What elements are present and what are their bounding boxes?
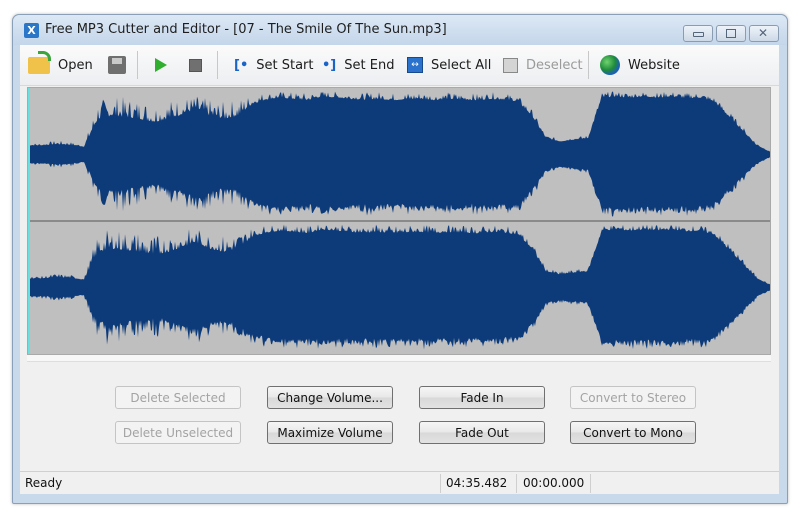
- deselect-button[interactable]: Deselect: [503, 51, 583, 79]
- stop-icon: [189, 58, 202, 72]
- delete-unselected-button[interactable]: Delete Unselected: [115, 421, 241, 444]
- status-separator: [516, 474, 517, 493]
- select-all-label: Select All: [431, 57, 492, 73]
- waveform-channel-1: [28, 91, 770, 217]
- delete-selected-button[interactable]: Delete Selected: [115, 386, 241, 409]
- minimize-icon: [693, 32, 704, 37]
- waveform-channel-2: [28, 224, 770, 350]
- status-text: Ready: [25, 476, 63, 490]
- globe-icon: [600, 55, 620, 75]
- close-icon: ✕: [758, 26, 769, 40]
- maximize-volume-button[interactable]: Maximize Volume: [267, 421, 393, 444]
- stop-button[interactable]: [189, 51, 210, 79]
- toolbar: Open [• Set Start •] Set End ↔ Select Al…: [20, 45, 779, 86]
- set-start-button[interactable]: [• Set Start: [234, 51, 314, 79]
- maximize-icon: [726, 29, 736, 38]
- title-bar[interactable]: X Free MP3 Cutter and Editor - [07 - The…: [13, 15, 787, 45]
- set-end-icon: •]: [322, 57, 337, 73]
- play-button[interactable]: [155, 51, 175, 79]
- select-all-icon: ↔: [407, 57, 423, 73]
- set-start-label: Set Start: [256, 57, 314, 73]
- status-duration: 04:35.482: [446, 476, 508, 490]
- app-window: X Free MP3 Cutter and Editor - [07 - The…: [12, 14, 788, 504]
- convert-to-stereo-button[interactable]: Convert to Stereo: [570, 386, 696, 409]
- website-label: Website: [628, 57, 680, 73]
- window-title: Free MP3 Cutter and Editor - [07 - The S…: [45, 22, 447, 37]
- fade-out-button[interactable]: Fade Out: [419, 421, 545, 444]
- play-icon: [155, 58, 167, 72]
- set-start-icon: [•: [234, 57, 249, 73]
- open-folder-icon: [28, 50, 51, 74]
- toolbar-separator: [588, 51, 589, 79]
- select-all-button[interactable]: ↔ Select All: [407, 51, 491, 79]
- change-volume-button[interactable]: Change Volume...: [267, 386, 393, 409]
- toolbar-separator: [217, 51, 218, 79]
- minimize-button[interactable]: [683, 25, 713, 42]
- waveform-view[interactable]: [27, 87, 771, 355]
- deselect-label: Deselect: [526, 57, 583, 73]
- set-end-label: Set End: [344, 57, 395, 73]
- set-end-button[interactable]: •] Set End: [322, 51, 394, 79]
- deselect-icon: [503, 57, 518, 73]
- toolbar-separator: [137, 51, 138, 79]
- status-separator: [440, 474, 441, 493]
- convert-to-mono-button[interactable]: Convert to Mono: [570, 421, 696, 444]
- client-area: Open [• Set Start •] Set End ↔ Select Al…: [20, 45, 779, 494]
- waveform-scroll-strip[interactable]: [27, 355, 771, 362]
- status-position: 00:00.000: [523, 476, 585, 490]
- open-button[interactable]: Open: [28, 50, 93, 79]
- maximize-button[interactable]: [716, 25, 746, 42]
- save-icon: [108, 56, 126, 74]
- status-separator: [590, 474, 591, 493]
- status-bar: Ready 04:35.482 00:00.000: [20, 471, 779, 494]
- waveform-canvas[interactable]: [28, 88, 770, 354]
- website-button[interactable]: Website: [600, 51, 680, 79]
- fade-in-button[interactable]: Fade In: [419, 386, 545, 409]
- close-button[interactable]: ✕: [749, 25, 779, 42]
- app-icon: X: [24, 23, 39, 38]
- save-button[interactable]: [108, 51, 134, 79]
- open-label: Open: [58, 57, 93, 73]
